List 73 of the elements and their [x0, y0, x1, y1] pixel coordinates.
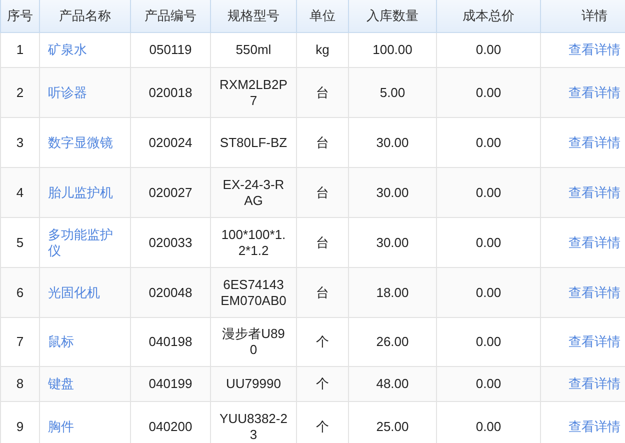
table-cell-text: 020027 — [148, 184, 192, 200]
table-cell-text: 18.00 — [376, 284, 409, 300]
product-link[interactable]: 矿泉水 — [48, 42, 87, 58]
table-cell-text: 0.00 — [476, 42, 502, 58]
table-cell-text: 漫步者U890 — [221, 326, 286, 358]
table-cell-text: 040199 — [148, 376, 192, 392]
table-cell-text: UU79990 — [226, 376, 281, 392]
table-cell-text: YUU8382-23 — [219, 410, 288, 442]
table-cell-text: 100.00 — [372, 42, 412, 58]
table-cell-text: 0.00 — [476, 234, 502, 250]
column-header: 规格型号 — [210, 0, 296, 32]
table-cell-text: 4 — [16, 184, 24, 200]
product-link[interactable]: 胸件 — [48, 418, 74, 434]
table-cell-text: 100*100*1.2*1.2 — [220, 226, 287, 258]
column-header: 单位 — [296, 0, 348, 32]
product-link[interactable]: 听诊器 — [48, 84, 87, 100]
table-cell-text: 0.00 — [476, 334, 502, 350]
view-details-link[interactable]: 查看详情 — [568, 134, 620, 150]
table-cell-text: 6ES74143EM070AB0 — [220, 276, 288, 308]
table-cell-text: 050119 — [149, 42, 192, 58]
table-cell-text: 5 — [16, 234, 24, 250]
table-cell-text: 30.00 — [376, 134, 409, 150]
table-cell-text: 2 — [16, 84, 24, 100]
table-cell-text: 25.00 — [376, 418, 409, 434]
product-link[interactable]: 键盘 — [48, 376, 74, 392]
table-cell-text: 个 — [316, 334, 329, 350]
table-cell-text: 台 — [316, 184, 329, 200]
column-header: 入库数量 — [348, 0, 436, 32]
table-cell-text: 0.00 — [476, 376, 502, 392]
table-cell-text: 台 — [316, 284, 329, 300]
view-details-link[interactable]: 查看详情 — [568, 234, 620, 250]
column-header: 序号 — [0, 0, 40, 32]
table-cell-text: 020018 — [148, 84, 192, 100]
table-cell-text: 0.00 — [476, 84, 502, 100]
table-cell-text: 0.00 — [476, 418, 502, 434]
view-details-link[interactable]: 查看详情 — [568, 284, 620, 300]
column-header: 详情 — [540, 0, 625, 32]
table-cell-text: 020048 — [148, 284, 192, 300]
table-cell-text: RXM2LB2P7 — [219, 76, 288, 108]
table-cell-text: 48.00 — [376, 376, 409, 392]
table-cell-text: 30.00 — [376, 184, 409, 200]
table-cell-text: 1 — [16, 42, 24, 58]
table-cell-text: 020033 — [148, 234, 192, 250]
table-cell-text: kg — [316, 42, 330, 58]
table-cell-text: 0.00 — [476, 284, 502, 300]
column-header: 产品编号 — [130, 0, 210, 32]
table-cell-text: 550ml — [236, 42, 272, 58]
table-cell-text: 台 — [316, 134, 329, 150]
product-link[interactable]: 鼠标 — [48, 334, 74, 350]
table-cell-text: 020024 — [148, 134, 192, 150]
column-header: 产品名称 — [40, 0, 130, 32]
view-details-link[interactable]: 查看详情 — [568, 184, 620, 200]
table-cell-text: 0.00 — [476, 184, 502, 200]
table-cell-text: 个 — [316, 418, 329, 434]
table-cell-text: 9 — [16, 418, 24, 434]
column-header: 成本总价 — [436, 0, 540, 32]
table-cell-text: 6 — [16, 284, 24, 300]
product-link[interactable]: 光固化机 — [48, 284, 100, 300]
table-cell-text: 26.00 — [376, 334, 409, 350]
table-cell-text: 30.00 — [376, 234, 409, 250]
table-cell-text: 5.00 — [380, 84, 406, 100]
table-cell-text: EX-24-3-RAG — [222, 176, 286, 208]
table-cell-text: 个 — [316, 376, 329, 392]
table-cell-text: 3 — [16, 134, 24, 150]
table-cell-text: 7 — [16, 334, 24, 350]
view-details-link[interactable]: 查看详情 — [568, 84, 620, 100]
table-cell-text: 040200 — [148, 418, 192, 434]
table-cell-text: 台 — [316, 234, 329, 250]
table-cell-text: 040198 — [148, 334, 192, 350]
table-cell-text: 台 — [316, 84, 329, 100]
table-cell-text: 8 — [16, 376, 24, 392]
table-cell-text: ST80LF-BZ — [220, 134, 288, 150]
table-cell-text: 0.00 — [476, 134, 502, 150]
